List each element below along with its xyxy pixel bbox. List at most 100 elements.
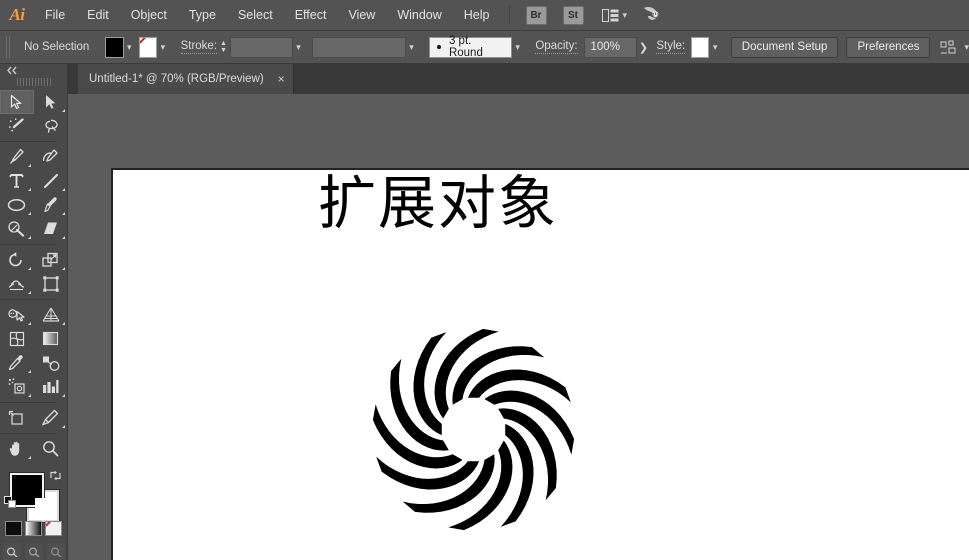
collapse-panel-button[interactable] [0,64,68,76]
workspace-switcher-button[interactable] [641,4,663,27]
paintbrush-tool[interactable] [34,193,68,217]
selection-tool[interactable] [0,90,34,114]
menu-window[interactable]: Window [386,0,452,31]
stroke-weight-label[interactable]: Stroke: [181,40,217,54]
tools-panel-grip[interactable] [17,78,51,86]
bridge-button[interactable]: Br [526,6,547,25]
preferences-button[interactable]: Preferences [846,37,930,58]
zoom-tool[interactable] [34,437,68,461]
menu-object[interactable]: Object [120,0,178,31]
menu-type[interactable]: Type [178,0,227,31]
stroke-profile-input[interactable] [312,37,406,58]
screen-mode-full[interactable] [47,543,65,560]
stroke-profile-chevron-down-icon[interactable]: ▾ [406,37,417,58]
brush-definition-select[interactable]: 3 pt. Round [429,37,512,58]
stepper-up-icon[interactable]: ▲ [220,40,227,47]
stroke-weight-stepper[interactable]: ▲ ▼ [220,40,227,54]
gradient-mode-button[interactable] [25,521,42,536]
eraser-tool[interactable] [34,217,68,241]
column-graph-tool[interactable] [34,375,68,399]
lasso-tool[interactable] [34,114,68,138]
workspace-area[interactable]: 扩展对象 [68,94,969,560]
free-transform-tool[interactable] [34,272,68,296]
artboard-canvas[interactable]: 扩展对象 [111,168,969,560]
stroke-weight-input[interactable] [230,37,293,58]
stepper-down-icon[interactable]: ▼ [220,47,227,54]
menu-edit[interactable]: Edit [76,0,120,31]
brush-preview-icon [437,45,441,49]
symbol-sprayer-tool[interactable] [0,375,34,399]
opacity-label[interactable]: Opacity: [535,40,577,54]
menu-view[interactable]: View [337,0,386,31]
style-chevron-down-icon[interactable]: ▾ [709,37,720,58]
width-tool[interactable] [0,272,34,296]
flyout-indicator-icon [62,212,65,215]
perspective-grid-tool[interactable] [34,303,68,327]
stroke-swatch[interactable] [139,37,157,58]
brush-definition-chevron-down-icon[interactable]: ▾ [512,37,523,58]
ellipse-tool[interactable] [0,193,34,217]
close-icon[interactable]: × [278,73,285,85]
tool-grid [0,90,68,461]
document-setup-button[interactable]: Document Setup [731,37,839,58]
control-bar: No Selection ▾ ▾ Stroke: ▲ ▼ ▾ ▾ 3 pt. R… [0,31,969,64]
flyout-indicator-icon [28,322,31,325]
align-chevron-down-icon[interactable]: ▾ [964,42,969,53]
flyout-indicator-icon [28,164,31,167]
pen-tool[interactable] [0,145,34,169]
type-tool[interactable] [0,169,34,193]
hand-tool[interactable] [0,437,34,461]
menu-help[interactable]: Help [453,0,501,31]
flyout-indicator-icon [62,394,65,397]
flyout-indicator-icon [28,394,31,397]
screen-mode-full-menu[interactable] [25,543,43,560]
menu-select[interactable]: Select [227,0,284,31]
flyout-indicator-icon [62,109,65,112]
tool-divider [0,244,56,245]
align-transform-button[interactable]: ▾ [940,40,969,55]
shape-builder-tool[interactable] [0,303,34,327]
color-mode-button[interactable] [5,521,22,536]
style-swatch[interactable] [691,37,709,58]
chevron-down-icon: ▾ [623,10,628,21]
opacity-input[interactable]: 100% [584,37,637,58]
artwork-text[interactable]: 扩展对象 [318,171,558,238]
line-segment-tool[interactable] [34,169,68,193]
opacity-options-arrow-icon[interactable]: ❯ [637,37,651,58]
arrange-documents-button[interactable]: ▾ [602,9,628,22]
mesh-tool[interactable] [0,327,34,351]
none-mode-button[interactable] [45,521,62,536]
magic-wand-tool[interactable] [0,114,34,138]
gradient-tool[interactable] [34,327,68,351]
tool-divider [0,141,56,142]
rotate-tool[interactable] [0,248,34,272]
screen-mode-normal[interactable] [3,543,21,560]
double-chevron-left-icon [6,66,18,75]
document-tab[interactable]: Untitled-1* @ 70% (RGB/Preview) × [78,64,294,94]
stroke-swatch-chevron-down-icon[interactable]: ▾ [157,37,168,58]
default-fill-stroke-button[interactable] [4,496,17,514]
style-label[interactable]: Style: [656,40,685,54]
tool-divider [0,402,56,403]
swap-fill-stroke-button[interactable] [49,469,62,487]
color-mode-buttons [0,521,68,536]
direct-selection-tool[interactable] [34,90,68,114]
eyedropper-tool[interactable] [0,351,34,375]
control-bar-grip[interactable] [6,36,10,58]
curvature-tool[interactable] [34,145,68,169]
blend-tool[interactable] [34,351,68,375]
shaper-tool[interactable] [0,217,34,241]
slice-tool[interactable] [34,406,68,430]
pinwheel-artwork[interactable] [366,322,581,542]
fill-swatch-chevron-down-icon[interactable]: ▾ [124,37,135,58]
brush-definition-label: 3 pt. Round [449,35,504,59]
arrange-documents-icon [602,9,619,22]
stock-button[interactable]: St [563,6,584,25]
menu-file[interactable]: File [34,0,76,31]
default-fill-stroke-icon [4,496,17,509]
scale-tool[interactable] [34,248,68,272]
menu-effect[interactable]: Effect [284,0,338,31]
artboard-tool[interactable] [0,406,34,430]
fill-swatch[interactable] [105,37,123,58]
stroke-weight-chevron-down-icon[interactable]: ▾ [293,37,304,58]
